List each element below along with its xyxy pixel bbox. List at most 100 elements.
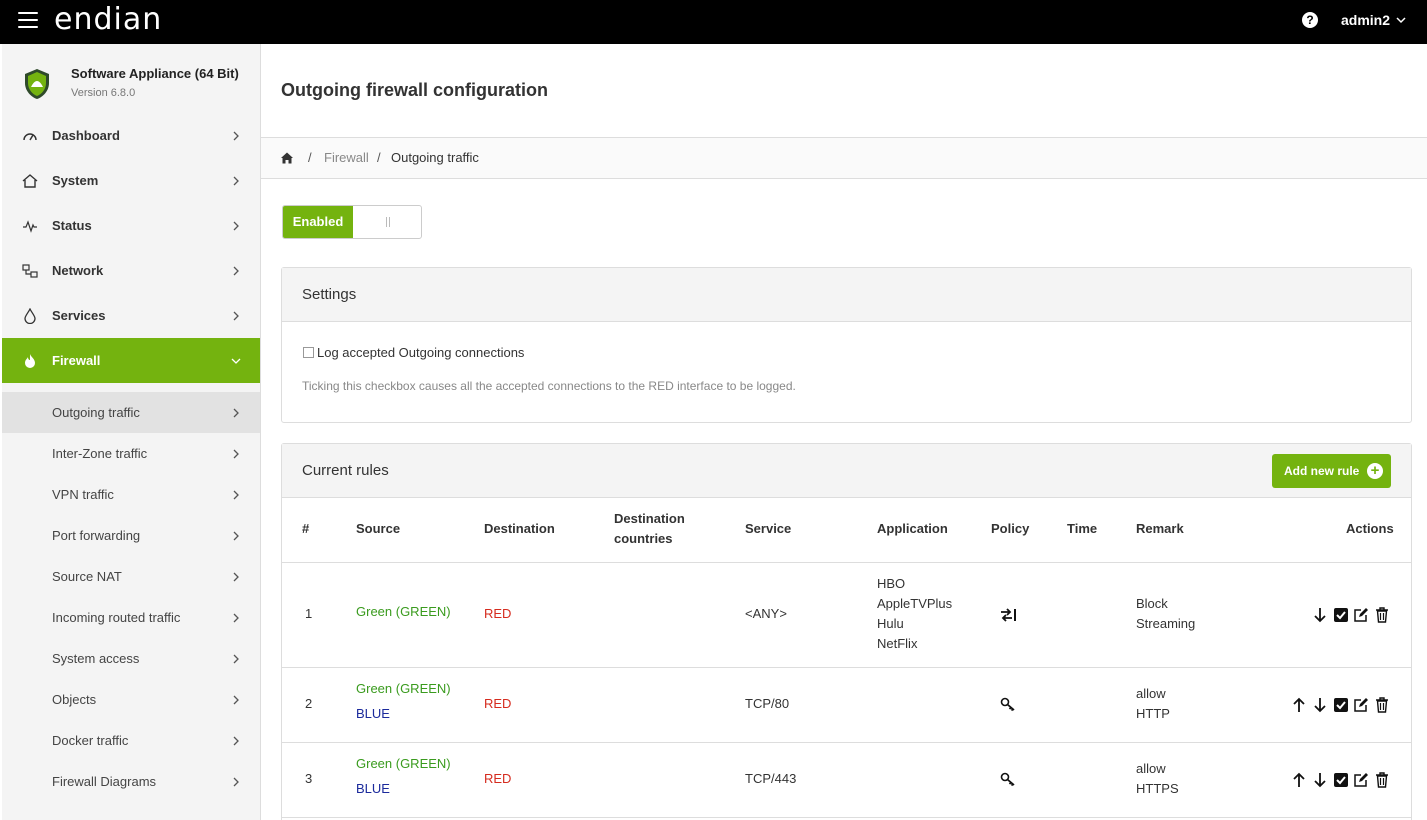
subnav-source-nat[interactable]: Source NAT <box>2 556 260 597</box>
rule-2-service: TCP/80 <box>745 696 790 711</box>
rule-2-source-2[interactable]: BLUE <box>356 704 390 724</box>
chevron-right-icon <box>233 266 239 275</box>
help-icon[interactable]: ? <box>1302 12 1318 28</box>
subnav-system-access[interactable]: System access <box>2 638 260 679</box>
move-down-icon[interactable] <box>1312 697 1328 713</box>
rule-3-remark-2: HTTPS <box>1136 781 1179 796</box>
home-icon[interactable] <box>280 151 294 165</box>
subnav-inter-zone-traffic[interactable]: Inter-Zone traffic <box>2 433 260 474</box>
rule-3-source-1[interactable]: Green (GREEN) <box>356 754 451 774</box>
subnav-incoming-routed-traffic[interactable]: Incoming routed traffic <box>2 597 260 638</box>
col-time: Time <box>1067 521 1098 536</box>
col-actions: Actions <box>1346 521 1394 536</box>
nav-item-network[interactable]: Network <box>2 248 260 293</box>
rule-2-destination[interactable]: RED <box>484 694 511 714</box>
nav-item-services[interactable]: Services <box>2 293 260 338</box>
reject-icon <box>999 607 1017 623</box>
shield-logo-icon <box>25 69 49 99</box>
move-down-icon[interactable] <box>1312 607 1328 623</box>
home-icon <box>21 172 39 190</box>
sidebar: Software Appliance (64 Bit) Version 6.8.… <box>2 44 261 820</box>
chevron-right-icon <box>233 777 239 786</box>
nav-label: Services <box>52 308 106 323</box>
toggle-label: Enabled <box>283 206 353 238</box>
rule-1-source[interactable]: Green (GREEN) <box>356 602 451 622</box>
nav-item-system[interactable]: System <box>2 158 260 203</box>
enabled-checkbox-icon[interactable] <box>1333 607 1349 623</box>
rule-1-app-1: HBO <box>877 576 906 591</box>
subnav-label: Inter-Zone traffic <box>52 446 148 461</box>
row-divider <box>282 667 1411 668</box>
breadcrumb-firewall-link[interactable]: Firewall <box>324 150 369 165</box>
breadcrumb-separator: / <box>308 150 312 165</box>
col-dest-countries-line1: Destination <box>614 511 685 526</box>
nav-label: Dashboard <box>52 128 120 143</box>
col-application: Application <box>877 521 948 536</box>
nav-item-dashboard[interactable]: Dashboard <box>2 113 260 158</box>
nav-label: System <box>52 173 99 188</box>
chevron-down-icon <box>231 358 241 364</box>
chevron-right-icon <box>233 695 239 704</box>
col-num: # <box>302 521 310 536</box>
settings-panel-header: Settings <box>282 268 1411 322</box>
edit-icon[interactable] <box>1353 607 1369 623</box>
pulse-icon <box>21 217 39 235</box>
move-down-icon[interactable] <box>1312 772 1328 788</box>
edit-icon[interactable] <box>1353 772 1369 788</box>
flame-icon <box>21 352 39 370</box>
subnav-label: Port forwarding <box>52 528 141 543</box>
enabled-checkbox-icon[interactable] <box>1333 697 1349 713</box>
rule-1-destination[interactable]: RED <box>484 604 511 624</box>
rule-2-source-1[interactable]: Green (GREEN) <box>356 679 451 699</box>
breadcrumb-current: Outgoing traffic <box>391 150 479 165</box>
rule-2-num: 2 <box>305 696 313 711</box>
user-menu[interactable]: admin2 <box>1341 12 1406 28</box>
enabled-checkbox-icon[interactable] <box>1333 772 1349 788</box>
settings-title: Settings <box>302 286 357 303</box>
subnav-outgoing-traffic[interactable]: Outgoing traffic <box>2 392 260 433</box>
subnav-label: Docker traffic <box>52 733 129 748</box>
row-divider <box>282 817 1411 818</box>
log-accepted-checkbox[interactable] <box>303 347 314 358</box>
toggle-knob <box>386 217 390 227</box>
subnav-label: System access <box>52 651 140 666</box>
subnav-label: Objects <box>52 692 97 707</box>
log-accepted-help: Ticking this checkbox causes all the acc… <box>302 379 796 393</box>
enabled-toggle[interactable]: Enabled <box>282 205 422 239</box>
move-up-icon[interactable] <box>1291 697 1307 713</box>
nav-item-firewall[interactable]: Firewall <box>2 338 260 383</box>
network-icon <box>21 262 39 280</box>
chevron-right-icon <box>233 131 239 140</box>
subnav-firewall-diagrams[interactable]: Firewall Diagrams <box>2 761 260 802</box>
subnav-label: Outgoing traffic <box>52 405 140 420</box>
delete-icon[interactable] <box>1374 607 1390 623</box>
delete-icon[interactable] <box>1374 697 1390 713</box>
subnav-vpn-traffic[interactable]: VPN traffic <box>2 474 260 515</box>
col-source: Source <box>356 521 401 536</box>
chevron-right-icon <box>233 408 239 417</box>
breadcrumb-separator: / <box>377 150 381 165</box>
nav-item-status[interactable]: Status <box>2 203 260 248</box>
edit-icon[interactable] <box>1353 697 1369 713</box>
rule-3-remark-1: allow <box>1136 761 1166 776</box>
delete-icon[interactable] <box>1374 772 1390 788</box>
product-version: Version 6.8.0 <box>71 87 136 99</box>
move-up-icon[interactable] <box>1291 772 1307 788</box>
chevron-right-icon <box>233 736 239 745</box>
row-divider <box>282 562 1411 563</box>
add-new-rule-label: Add new rule <box>1284 464 1360 478</box>
log-accepted-label[interactable]: Log accepted Outgoing connections <box>317 345 524 360</box>
page-title: Outgoing firewall configuration <box>281 80 548 100</box>
rule-3-destination[interactable]: RED <box>484 769 511 789</box>
hamburger-menu-icon[interactable] <box>18 12 38 28</box>
subnav-objects[interactable]: Objects <box>2 679 260 720</box>
subnav-label: Incoming routed traffic <box>52 610 181 625</box>
rule-3-source-2[interactable]: BLUE <box>356 779 390 799</box>
add-new-rule-button[interactable]: Add new rule + <box>1272 454 1391 488</box>
subnav-label: VPN traffic <box>52 487 114 502</box>
subnav-port-forwarding[interactable]: Port forwarding <box>2 515 260 556</box>
chevron-down-icon <box>1396 17 1406 24</box>
subnav-docker-traffic[interactable]: Docker traffic <box>2 720 260 761</box>
col-dest-countries-line2: countries <box>614 531 673 546</box>
chevron-right-icon <box>233 654 239 663</box>
